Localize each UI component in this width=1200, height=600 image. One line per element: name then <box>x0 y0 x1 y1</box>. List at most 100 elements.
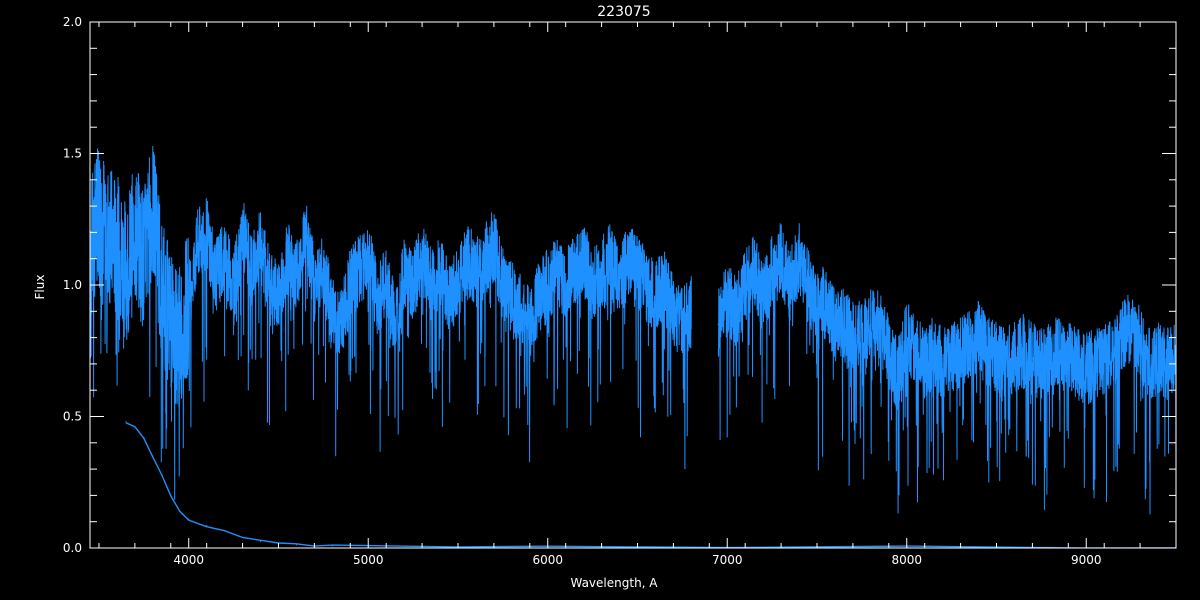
data-point <box>116 244 118 247</box>
data-point <box>143 258 145 260</box>
data-point <box>403 271 405 273</box>
data-point <box>502 284 504 286</box>
data-point <box>206 525 208 527</box>
data-point <box>125 421 127 423</box>
data-point <box>942 363 944 365</box>
x-axis-title: Wavelength, A <box>570 576 658 590</box>
data-point <box>968 342 971 344</box>
data-point <box>735 310 737 312</box>
data-point <box>170 323 172 326</box>
data-point <box>1031 358 1033 360</box>
data-point <box>753 271 755 273</box>
data-point <box>1130 323 1132 326</box>
data-point <box>224 530 226 532</box>
data-point <box>771 271 773 273</box>
data-point <box>430 284 432 286</box>
data-point <box>304 231 307 233</box>
data-point <box>259 540 262 543</box>
data-point <box>295 544 298 546</box>
spectrum-chart: 4000 5000 6000 7000 8000 90000.00.51.01.52.0 … <box>0 0 1200 600</box>
data-point <box>439 271 441 273</box>
data-point <box>1103 358 1105 360</box>
data-point <box>331 545 333 547</box>
data-point <box>161 284 163 286</box>
data-point <box>520 310 522 312</box>
data-point <box>744 284 746 286</box>
data-point <box>259 244 262 247</box>
data-point <box>1067 358 1069 360</box>
data-point <box>690 310 692 312</box>
data-point <box>816 310 818 312</box>
data-point <box>475 271 477 273</box>
data-point <box>241 536 244 539</box>
data-point <box>951 358 953 360</box>
data-point <box>609 258 612 260</box>
data-point <box>367 258 369 260</box>
x-tick-label: 9000 <box>1071 553 1102 567</box>
data-point <box>726 297 728 299</box>
data-point <box>241 231 244 233</box>
data-point <box>448 297 450 299</box>
data-point <box>1076 363 1078 365</box>
data-point <box>672 310 674 312</box>
data-point <box>861 337 863 339</box>
data-point <box>1121 337 1123 339</box>
data-point <box>654 297 657 299</box>
data-point <box>188 518 190 520</box>
y-tick-label: 0.0 <box>63 541 82 555</box>
y-axis-title: Flux <box>33 275 47 300</box>
data-point <box>879 323 881 326</box>
data-point <box>627 258 630 260</box>
data-point <box>188 297 190 299</box>
data-point <box>592 284 594 286</box>
data-point <box>906 337 908 339</box>
data-point <box>959 350 962 352</box>
x-tick-label: 5000 <box>353 553 384 567</box>
data-point <box>179 337 181 339</box>
data-point <box>636 271 639 273</box>
data-point <box>547 284 549 286</box>
data-point <box>358 271 360 273</box>
data-point <box>762 297 764 299</box>
data-point <box>915 350 917 352</box>
data-point <box>322 271 324 273</box>
data-point <box>277 297 280 299</box>
data-point <box>421 258 423 260</box>
data-point <box>897 376 899 378</box>
data-point <box>1148 363 1150 365</box>
data-point <box>170 494 172 496</box>
data-point <box>134 426 136 428</box>
data-point <box>1085 368 1087 370</box>
data-point <box>888 350 890 352</box>
data-point <box>529 323 531 326</box>
data-point <box>250 271 253 273</box>
data-point <box>1139 342 1141 344</box>
data-point <box>466 258 468 260</box>
data-point <box>376 297 378 299</box>
data-point <box>313 284 315 286</box>
data-point <box>484 258 486 260</box>
data-point <box>933 350 935 352</box>
data-point <box>870 323 872 326</box>
data-point <box>1112 350 1114 352</box>
data-point <box>412 284 414 286</box>
data-point <box>843 323 845 326</box>
x-tick-label: 8000 <box>891 553 922 567</box>
data-point <box>340 323 342 326</box>
data-point <box>152 455 154 457</box>
data-point <box>161 473 163 475</box>
y-tick-label: 0.5 <box>63 410 82 424</box>
data-point <box>583 258 585 260</box>
data-point <box>179 510 181 512</box>
data-point <box>197 244 199 247</box>
data-point <box>1166 363 1168 365</box>
data-point <box>134 231 136 233</box>
data-point <box>1004 363 1007 365</box>
data-point <box>663 284 666 286</box>
data-point <box>331 310 333 312</box>
data-point <box>107 231 109 233</box>
y-tick-label: 1.0 <box>63 278 82 292</box>
data-point <box>152 205 154 207</box>
data-point <box>600 271 603 273</box>
data-point <box>493 244 495 247</box>
